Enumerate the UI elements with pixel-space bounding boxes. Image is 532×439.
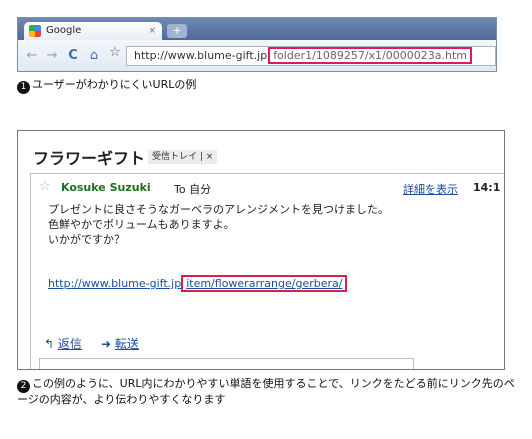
body-line-3: いかがですか？	[48, 233, 125, 246]
address-bar[interactable]: http://www.blume-gift.jp folder1/1089257/…	[126, 46, 496, 66]
bookmark-star-icon[interactable]: ☆	[107, 45, 123, 61]
forward-icon: ➜	[101, 337, 112, 351]
tab-title: Google	[46, 25, 82, 36]
caption-1: 1 ユーザーがわかりにくいURLの例	[17, 78, 196, 94]
link-base: http://www.blume-gift.jp	[48, 277, 182, 290]
forward-button[interactable]: ➜ 転送	[101, 335, 139, 352]
caption-2-number: 2	[17, 380, 30, 393]
caption-1-text: ユーザーがわかりにくいURLの例	[32, 78, 197, 91]
inbox-label[interactable]: 受信トレイ | ×	[148, 150, 218, 164]
browser-toolbar: ← → C ⌂ ☆ http://www.blume-gift.jp folder…	[18, 40, 496, 71]
caption-2-text: この例のように、URL内にわかりやすい単語を使用することで、リンクをたどる前にリ…	[17, 377, 515, 406]
body-line-2: 色鮮やかでボリュームもありますよ。	[48, 218, 235, 231]
google-favicon-icon	[29, 25, 41, 37]
body-line-1: プレゼントに良さそうなガーベラのアレンジメントを見つけました。	[48, 203, 389, 216]
mail-subject: フラワーギフト	[33, 149, 146, 168]
reply-input[interactable]	[39, 358, 414, 369]
message-card: ☆ Kosuke Suzuki To 自分 詳細を表示 14:1 プレゼントに良…	[30, 173, 504, 369]
caption-1-number: 1	[17, 81, 30, 94]
link-path-highlight: item/flowerarrange/gerbera/	[181, 275, 348, 292]
url-path-highlight: folder1/1089257/x1/0000023a.htm	[268, 47, 472, 64]
reply-icon: ↰	[44, 337, 55, 351]
forward-icon[interactable]: →	[44, 48, 60, 64]
show-details-link[interactable]: 詳細を表示	[403, 181, 458, 197]
mail-window: フラワーギフト 受信トレイ | × ☆ Kosuke Suzuki To 自分 …	[17, 130, 505, 370]
home-icon[interactable]: ⌂	[86, 48, 102, 64]
browser-window: Google × + ← → C ⌂ ☆ http://www.blume-gi…	[17, 17, 497, 72]
browser-tab[interactable]: Google ×	[24, 22, 162, 40]
tab-strip: Google × +	[18, 18, 496, 40]
message-time: 14:1	[473, 181, 501, 194]
star-icon[interactable]: ☆	[39, 179, 51, 194]
reply-label: 返信	[57, 337, 82, 351]
back-icon[interactable]: ←	[24, 48, 40, 64]
reload-icon[interactable]: C	[65, 48, 81, 64]
new-tab-button[interactable]: +	[167, 24, 187, 38]
reply-button[interactable]: ↰ 返信	[44, 335, 82, 352]
sender-name: Kosuke Suzuki	[61, 181, 151, 194]
tab-close-icon[interactable]: ×	[148, 22, 156, 40]
recipient-text: To 自分	[174, 183, 212, 196]
url-base: http://www.blume-gift.jp	[134, 49, 268, 62]
forward-label: 転送	[114, 337, 139, 351]
caption-2: 2 この例のように、URL内にわかりやすい単語を使用することで、リンクをたどる前に…	[17, 377, 517, 407]
message-link[interactable]: http://www.blume-gift.jp item/flowerarran…	[48, 275, 348, 292]
